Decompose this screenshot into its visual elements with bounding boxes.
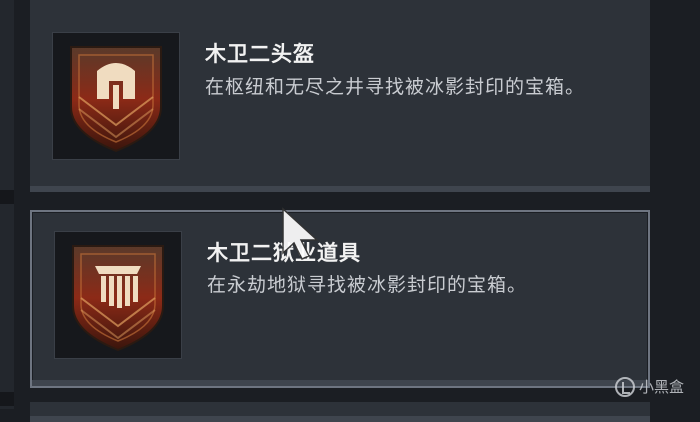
reward-icon-frame: [54, 231, 182, 359]
reward-title: 木卫二头盔: [205, 42, 315, 66]
reward-card-class-item[interactable]: 木卫二狱业道具 在永劫地狱寻找被冰影封印的宝箱。: [30, 210, 650, 388]
divider: [0, 392, 14, 406]
watermark-text: 小黑盒: [638, 378, 684, 396]
watermark-logo-icon: [614, 376, 635, 397]
reward-description: 在永劫地狱寻找被冰影封印的宝箱。: [207, 274, 528, 296]
divider: [0, 190, 14, 204]
mouse-cursor-icon: [282, 207, 319, 260]
helmet-icon: [70, 46, 162, 153]
watermark: 小黑盒: [614, 376, 684, 397]
reward-description: 在枢纽和无尽之井寻找被冰影封印的宝箱。: [205, 76, 586, 98]
left-column-edge: [0, 0, 14, 409]
reward-card-helmet[interactable]: 木卫二头盔 在枢纽和无尽之井寻找被冰影封印的宝箱。: [30, 0, 650, 192]
reward-icon-frame: [52, 32, 180, 160]
class-item-icon: [72, 245, 164, 352]
reward-card-partial[interactable]: [30, 402, 650, 422]
